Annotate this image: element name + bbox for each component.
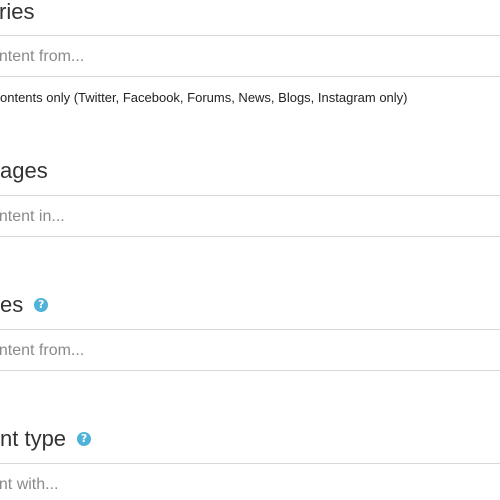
countries-placeholder: ontent from...: [0, 48, 85, 65]
sources-placeholder: ontent from...: [0, 342, 85, 359]
social-contents-only-option[interactable]: ontents only (Twitter, Facebook, Forums,…: [0, 90, 408, 106]
countries-heading-label: ries: [0, 0, 35, 24]
languages-heading-label: ages: [0, 158, 48, 183]
content-type-field[interactable]: ent with...: [0, 463, 500, 500]
content-type-heading-label: nt type: [0, 426, 67, 451]
languages-field[interactable]: ontent in...: [0, 195, 500, 237]
countries-heading: ries: [0, 0, 35, 25]
content-type-placeholder: ent with...: [0, 476, 59, 493]
content-type-heading: nt type ?: [0, 426, 92, 452]
sources-heading-label: es: [0, 292, 24, 317]
question-circle-icon[interactable]: ?: [77, 432, 92, 446]
filter-panel: ries ontent from... ontents only (Twitte…: [0, 0, 500, 500]
languages-heading: ages: [0, 158, 48, 184]
question-circle-icon[interactable]: ?: [34, 298, 49, 312]
countries-field[interactable]: ontent from...: [0, 35, 500, 77]
sources-field[interactable]: ontent from...: [0, 329, 500, 371]
languages-placeholder: ontent in...: [0, 208, 65, 225]
sources-heading: es ?: [0, 292, 49, 318]
